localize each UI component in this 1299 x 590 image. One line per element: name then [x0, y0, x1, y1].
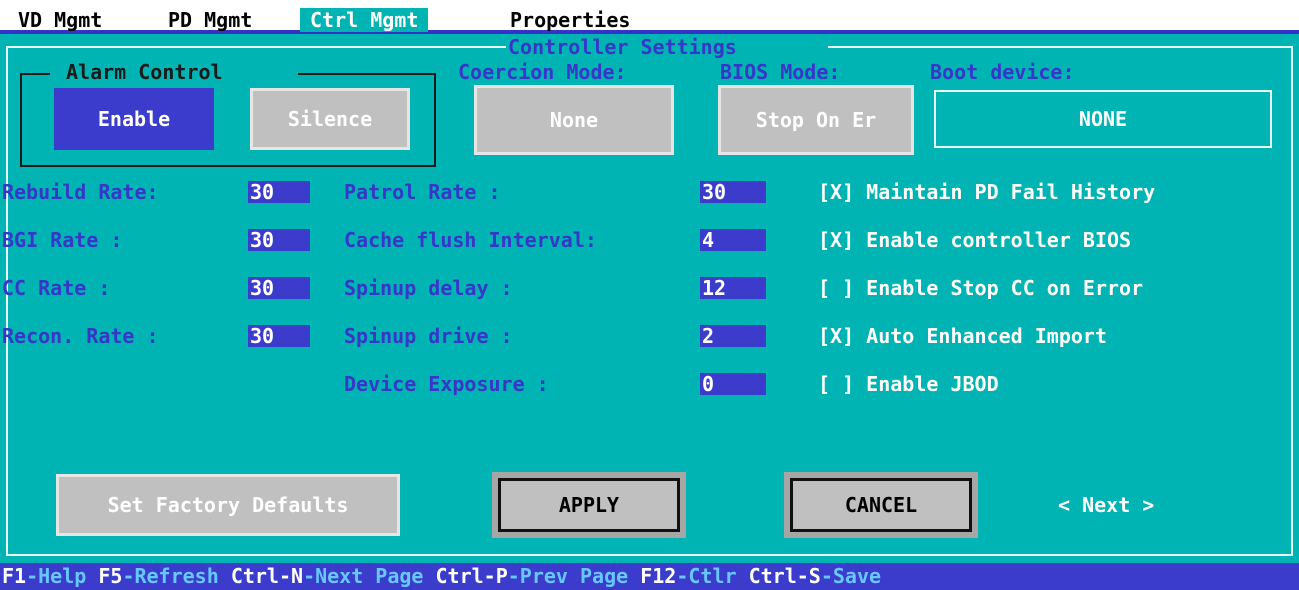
alarm-enable-label: Enable: [97, 107, 171, 131]
coercion-mode-label: Coercion Mode:: [458, 60, 627, 84]
cache-flush-interval-field[interactable]: 4: [700, 229, 766, 251]
coercion-mode-value: None: [549, 108, 599, 132]
status-key-ctrl-p: Ctrl-P: [435, 564, 508, 588]
checkbox-enable-controller-bios[interactable]: [X] Enable controller BIOS: [818, 228, 1131, 252]
checkbox-enable-jbod[interactable]: [ ] Enable JBOD: [818, 372, 999, 396]
alarm-frame-top-right: [298, 73, 436, 75]
status-desc-next-page: -Next Page: [303, 564, 436, 588]
alarm-frame-top-left: [20, 73, 50, 75]
patrol-rate-field[interactable]: 30: [700, 181, 766, 203]
coercion-mode-button[interactable]: None: [474, 85, 674, 155]
checkbox-mark: [X]: [818, 180, 855, 204]
alarm-silence-label: Silence: [287, 107, 373, 131]
cancel-button[interactable]: CANCEL: [784, 472, 978, 538]
frame-left: [6, 46, 8, 556]
checkbox-label: Enable Stop CC on Error: [866, 276, 1144, 300]
boot-device-button[interactable]: NONE: [934, 90, 1272, 148]
spinup-drive-field[interactable]: 2: [700, 325, 766, 347]
checkbox-label: Enable controller BIOS: [866, 228, 1132, 252]
alarm-silence-button[interactable]: Silence: [250, 88, 410, 150]
checkbox-label: Auto Enhanced Import: [866, 324, 1107, 348]
next-page-link[interactable]: < Next >: [1058, 493, 1154, 517]
status-key-ctrl-s: Ctrl-S: [748, 564, 821, 588]
status-desc-ctlr: -Ctlr: [676, 564, 749, 588]
alarm-control-title: Alarm Control: [66, 60, 223, 84]
bios-mode-label: BIOS Mode:: [720, 60, 841, 84]
status-desc-refresh: -Refresh: [122, 564, 231, 588]
checkbox-auto-enhanced-import[interactable]: [X] Auto Enhanced Import: [818, 324, 1107, 348]
cancel-label: CANCEL: [844, 493, 918, 517]
alarm-frame-left: [20, 73, 22, 167]
bios-mode-button[interactable]: Stop On Er: [718, 85, 914, 155]
device-exposure-field[interactable]: 0: [700, 373, 766, 395]
spinup-delay-label: Spinup delay :: [344, 276, 513, 300]
status-key-ctrl-n: Ctrl-N: [230, 564, 304, 588]
next-label: < Next >: [1058, 493, 1155, 517]
frame-top-left: [6, 46, 506, 48]
status-desc-prev-page: -Prev Page: [507, 564, 641, 588]
recon-rate-label: Recon. Rate :: [2, 324, 159, 348]
frame-right: [1291, 46, 1293, 556]
bgi-rate-field[interactable]: 30: [248, 229, 310, 251]
status-bar: F1-Help F5-Refresh Ctrl-N-Next Page Ctrl…: [0, 563, 1299, 590]
bgi-rate-label: BGI Rate :: [2, 228, 123, 252]
checkbox-label: Maintain PD Fail History: [866, 180, 1156, 204]
bios-mode-value: Stop On Er: [755, 108, 877, 132]
frame-top-right: [828, 46, 1293, 48]
status-desc-save: -Save: [820, 564, 882, 588]
status-key-f12: F12: [640, 564, 677, 588]
checkbox-enable-stop-cc-on-error[interactable]: [ ] Enable Stop CC on Error: [818, 276, 1143, 300]
checkbox-mark: [X]: [818, 228, 855, 252]
boot-device-value: NONE: [1078, 107, 1128, 131]
recon-rate-field[interactable]: 30: [248, 325, 310, 347]
spinup-drive-label: Spinup drive :: [344, 324, 513, 348]
frame-bottom: [6, 554, 1293, 556]
device-exposure-label: Device Exposure :: [344, 372, 549, 396]
status-desc-help: -Help: [26, 564, 99, 588]
checkbox-mark: [ ]: [818, 372, 855, 396]
apply-label: APPLY: [558, 493, 620, 517]
status-key-f5: F5: [98, 564, 123, 588]
status-key-f1: F1: [2, 564, 27, 588]
checkbox-mark: [ ]: [818, 276, 855, 300]
alarm-frame-right: [434, 73, 436, 167]
tab-ctrl-mgmt[interactable]: Ctrl Mgmt: [300, 8, 429, 32]
alarm-frame-bottom: [20, 165, 436, 167]
set-factory-defaults-button[interactable]: Set Factory Defaults: [56, 474, 400, 536]
checkbox-label: Enable JBOD: [866, 372, 999, 396]
checkbox-maintain-pd-fail-history[interactable]: [X] Maintain PD Fail History: [818, 180, 1155, 204]
patrol-rate-label: Patrol Rate :: [344, 180, 501, 204]
cc-rate-label: CC Rate :: [2, 276, 111, 300]
rebuild-rate-field[interactable]: 30: [248, 181, 310, 203]
cc-rate-field[interactable]: 30: [248, 277, 310, 299]
rebuild-rate-label: Rebuild Rate:: [2, 180, 159, 204]
spinup-delay-field[interactable]: 12: [700, 277, 766, 299]
section-title: Controller Settings: [508, 35, 737, 59]
tab-vd-mgmt[interactable]: VD Mgmt: [18, 8, 102, 32]
tab-properties[interactable]: Properties: [510, 8, 630, 32]
boot-device-label: Boot device:: [930, 60, 1075, 84]
set-factory-defaults-label: Set Factory Defaults: [107, 493, 349, 517]
apply-button[interactable]: APPLY: [492, 472, 686, 538]
tab-pd-mgmt[interactable]: PD Mgmt: [168, 8, 252, 32]
checkbox-mark: [X]: [818, 324, 855, 348]
alarm-enable-button[interactable]: Enable: [54, 88, 214, 150]
cache-flush-interval-label: Cache flush Interval:: [344, 228, 597, 252]
